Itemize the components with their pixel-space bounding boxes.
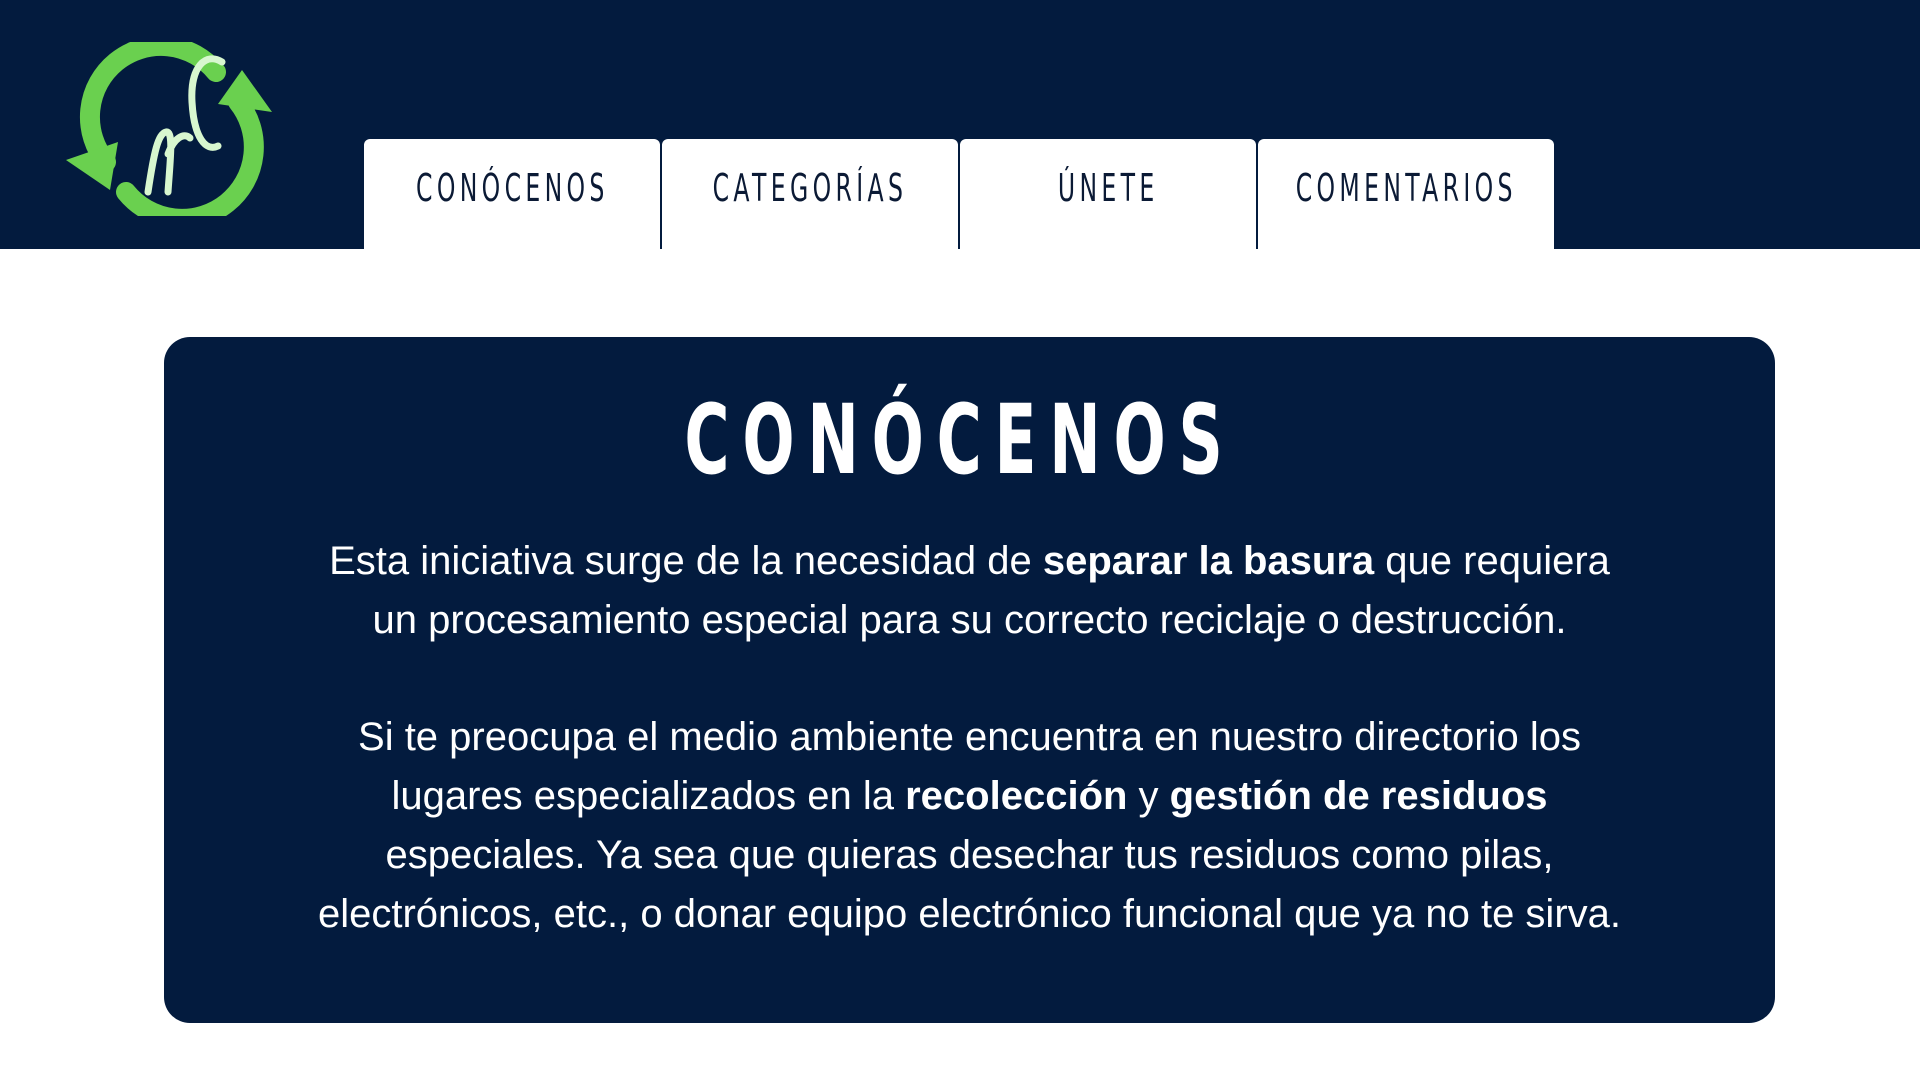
text-segment: Esta iniciativa surge de la necesidad de — [329, 539, 1043, 583]
tab-conocenos[interactable]: CONÓCENOS — [364, 139, 660, 249]
emphasis-text: separar la basura — [1042, 539, 1375, 583]
nav-tabs: CONÓCENOS CATEGORÍAS ÚNETE COMENTARIOS — [364, 139, 1556, 249]
text-segment: que requiera — [1374, 539, 1610, 583]
tab-label: CONÓCENOS — [415, 166, 609, 210]
tab-label: CATEGORÍAS — [712, 166, 908, 210]
recycle-logo-icon[interactable] — [66, 42, 272, 216]
intro-paragraph: Esta iniciativa surge de la necesidad de… — [164, 532, 1775, 650]
tab-label: COMENTARIOS — [1295, 166, 1517, 210]
text-segment: y — [1127, 774, 1170, 818]
directory-paragraph: Si te preocupa el medio ambiente encuent… — [164, 708, 1775, 944]
tab-categorias[interactable]: CATEGORÍAS — [662, 139, 958, 249]
emphasis-text: recolección — [905, 774, 1128, 818]
text-segment: Si te preocupa el medio ambiente encuent… — [358, 715, 1581, 759]
text-segment: electrónicos, etc., o donar equipo elect… — [317, 892, 1621, 936]
tab-comentarios[interactable]: COMENTARIOS — [1258, 139, 1554, 249]
emphasis-text: gestión de residuos — [1169, 774, 1548, 818]
page-title: CONÓCENOS — [684, 384, 1236, 496]
tab-unete[interactable]: ÚNETE — [960, 139, 1256, 249]
text-segment: lugares especializados en la — [391, 774, 906, 818]
header-bar: CONÓCENOS CATEGORÍAS ÚNETE COMENTARIOS — [0, 0, 1920, 249]
text-segment: especiales. Ya sea que quieras desechar … — [385, 833, 1554, 877]
tab-label: ÚNETE — [1057, 166, 1159, 210]
text-segment: un procesamiento especial para su correc… — [372, 598, 1567, 642]
